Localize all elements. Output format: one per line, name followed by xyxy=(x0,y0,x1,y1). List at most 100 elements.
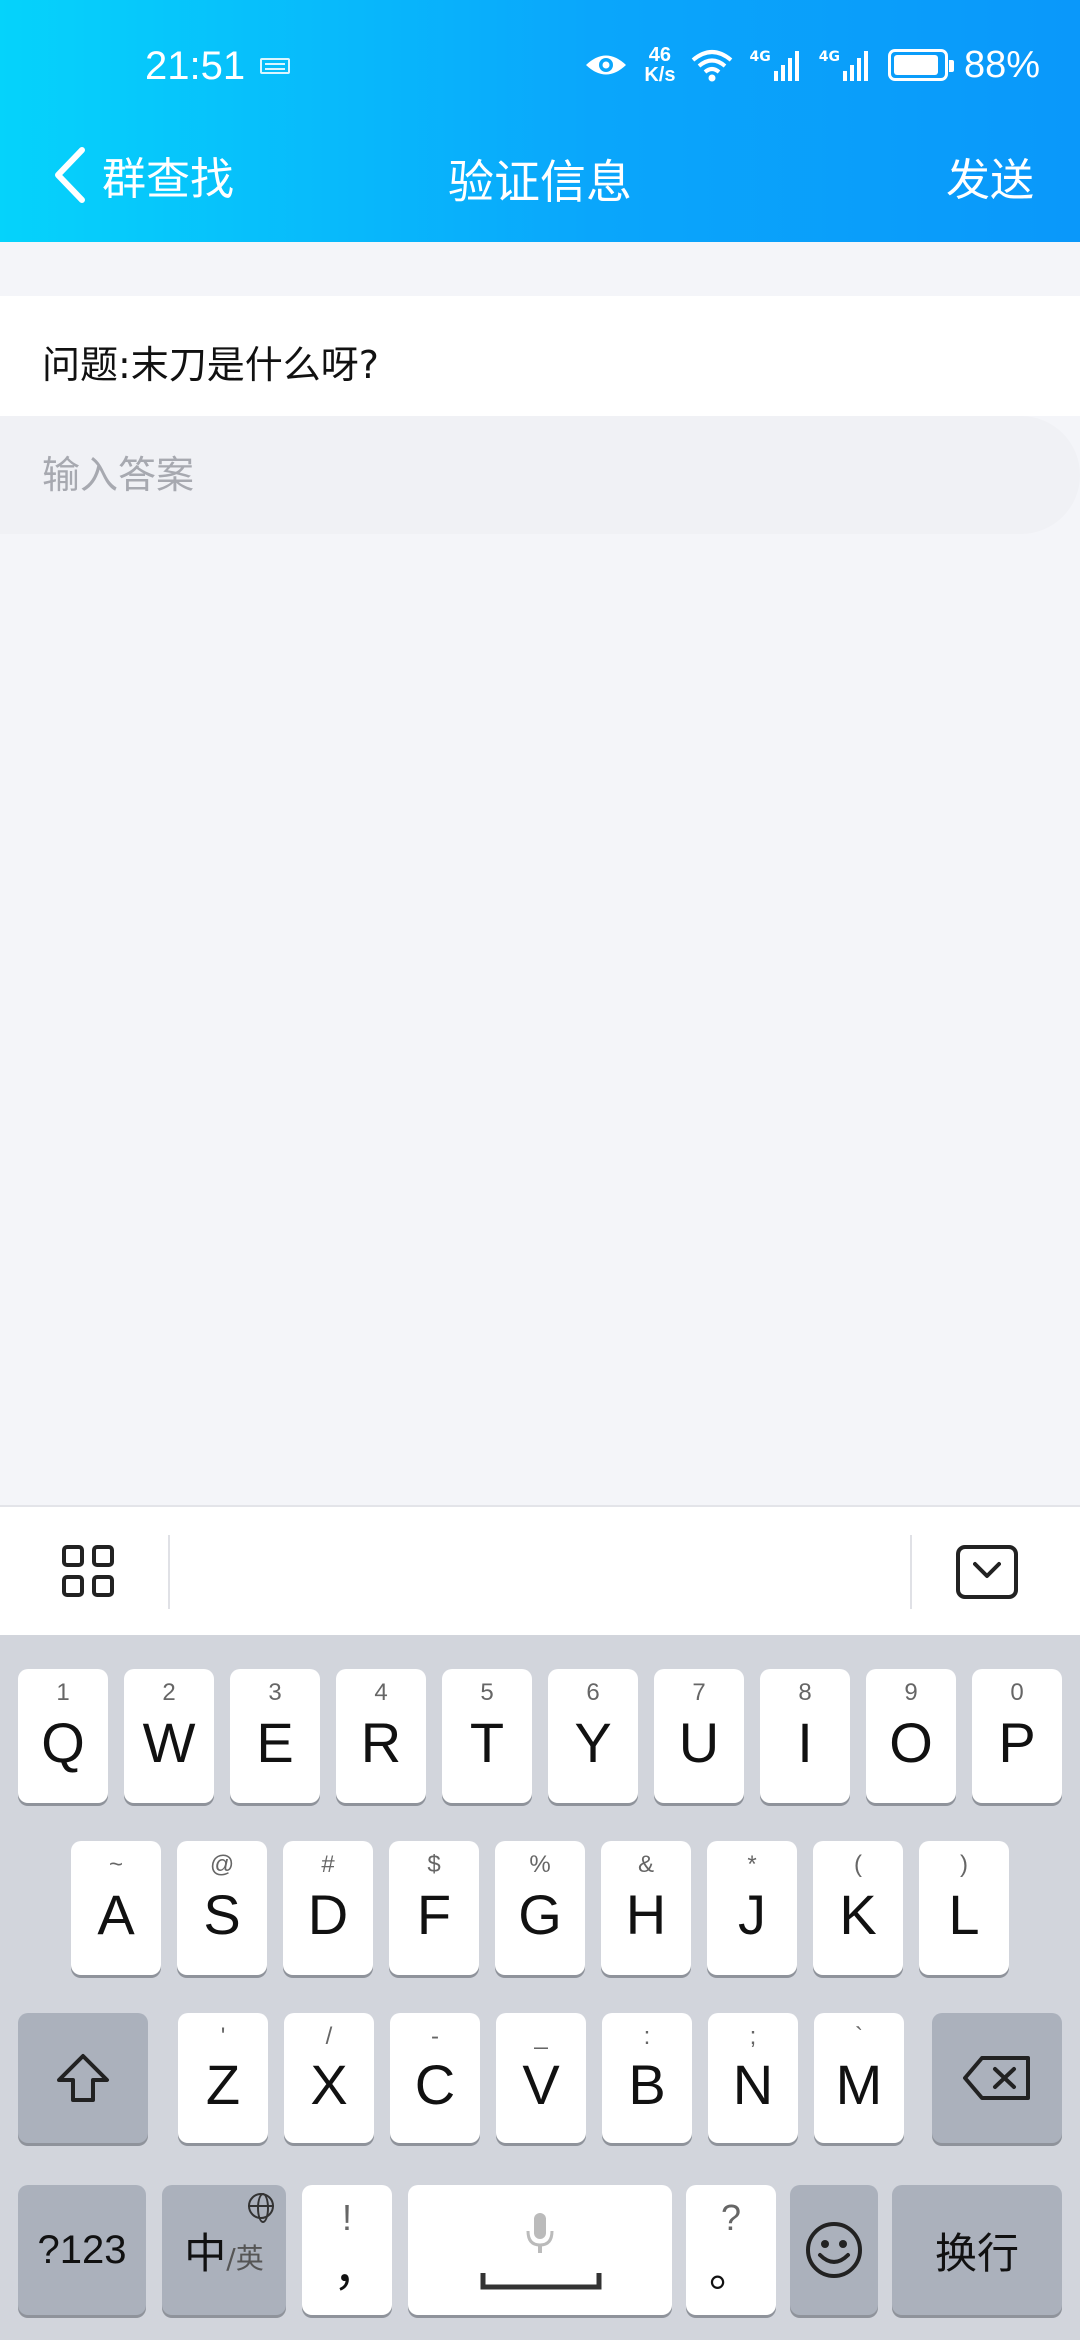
key-alt-char: % xyxy=(529,1851,551,1878)
key-alt-char: 4 xyxy=(374,1679,388,1706)
keyboard: ?123 中/英 ! ， ? 。 换行 1Q2W3E4R5T6Y7U8I9O0P… xyxy=(0,1635,1080,2340)
key-letter: W xyxy=(142,1711,196,1774)
apps-grid-icon[interactable] xyxy=(62,1545,118,1601)
nav-bar: 群查找 验证信息 发送 xyxy=(0,130,1080,242)
period-key[interactable]: ? 。 xyxy=(686,2185,776,2315)
space-bar-icon xyxy=(480,2273,602,2290)
key-l[interactable]: ) L xyxy=(919,1841,1009,1975)
symbols-key[interactable]: ?123 xyxy=(18,2185,146,2315)
key-letter: E xyxy=(256,1711,294,1774)
key-m[interactable]: ` M xyxy=(814,2013,904,2143)
key-f[interactable]: $ F xyxy=(389,1841,479,1975)
key-i[interactable]: 8I xyxy=(760,1669,850,1803)
key-w[interactable]: 2W xyxy=(124,1669,214,1803)
key-o[interactable]: 9O xyxy=(866,1669,956,1803)
key-alt-char: 6 xyxy=(586,1679,600,1706)
network-type-1: 4G xyxy=(749,49,771,65)
key-c[interactable]: -C xyxy=(390,2013,480,2143)
key-alt-char: _ xyxy=(534,2023,548,2050)
key-alt-char: - xyxy=(431,2023,439,2050)
key-alt-char: 1 xyxy=(56,1679,70,1706)
status-icons: 46 K/s 4G 4G 88% xyxy=(584,40,1040,90)
enter-key[interactable]: 换行 xyxy=(892,2185,1062,2315)
key-k[interactable]: (K xyxy=(813,1841,903,1975)
eye-icon xyxy=(586,55,627,75)
key-letter: O xyxy=(889,1711,933,1774)
key-alt-char: & xyxy=(637,1851,654,1878)
key-h[interactable]: & H xyxy=(601,1841,691,1975)
key-t[interactable]: 5T xyxy=(442,1669,532,1803)
key-letter: Q xyxy=(41,1711,85,1774)
key-letter: L xyxy=(948,1883,980,1946)
key-alt-char: # xyxy=(321,1851,335,1878)
send-button[interactable]: 发送 xyxy=(946,144,1034,208)
shift-icon xyxy=(57,2054,109,2102)
key-letter: M xyxy=(835,2053,883,2116)
key-a[interactable]: ~ A xyxy=(71,1841,161,1975)
key-j[interactable]: * J xyxy=(707,1841,797,1975)
battery-icon xyxy=(887,49,954,81)
net-speed-value: 46 xyxy=(648,44,672,66)
key-letter: K xyxy=(839,1883,877,1946)
hide-keyboard-icon[interactable] xyxy=(956,1545,1018,1599)
comma-key[interactable]: ! ， xyxy=(302,2185,392,2315)
key-letter: S xyxy=(203,1883,241,1946)
emoji-icon xyxy=(806,2222,862,2278)
shift-key[interactable] xyxy=(18,2013,148,2143)
key-n[interactable]: ; N xyxy=(708,2013,798,2143)
key-alt-char: * xyxy=(747,1851,757,1878)
net-speed: 46 K/s xyxy=(644,45,675,85)
key-x[interactable]: / X xyxy=(284,2013,374,2143)
space-key[interactable] xyxy=(408,2185,672,2315)
emoji-key[interactable] xyxy=(790,2185,878,2315)
signal-1: 4G xyxy=(749,49,802,81)
toolbar-divider xyxy=(910,1535,912,1609)
question-text: 问题:末刀是什么呀? xyxy=(42,343,379,387)
key-u[interactable]: 7U xyxy=(654,1669,744,1803)
signal-bars-icon xyxy=(842,51,868,81)
key-alt-char: 8 xyxy=(798,1679,812,1706)
key-y[interactable]: 6Y xyxy=(548,1669,638,1803)
key-p[interactable]: 0P xyxy=(972,1669,1062,1803)
key-r[interactable]: 4R xyxy=(336,1669,426,1803)
key-e[interactable]: 3E xyxy=(230,1669,320,1803)
key-alt-char: ' xyxy=(220,2023,226,2050)
key-alt-char: 0 xyxy=(1010,1679,1024,1706)
key-alt-char: 3 xyxy=(268,1679,282,1706)
globe-icon xyxy=(248,2193,274,2223)
key-letter: G xyxy=(518,1883,562,1946)
key-b[interactable]: :B xyxy=(602,2013,692,2143)
toolbar-divider xyxy=(168,1535,170,1609)
backspace-key[interactable] xyxy=(932,2013,1062,2143)
keyboard-toolbar xyxy=(0,1505,1080,1635)
key-d[interactable]: # D xyxy=(283,1841,373,1975)
key-letter: P xyxy=(998,1711,1036,1774)
period-key-sub: ? xyxy=(720,2197,742,2238)
key-z[interactable]: ' Z xyxy=(178,2013,268,2143)
key-alt-char: $ xyxy=(427,1851,441,1878)
question-row: 问题:末刀是什么呀? xyxy=(0,296,1080,416)
network-type-2: 4G xyxy=(818,49,840,65)
key-letter: T xyxy=(469,1711,505,1774)
key-alt-char: ~ xyxy=(108,1851,123,1878)
key-letter: F xyxy=(416,1883,452,1946)
language-key[interactable]: 中/英 xyxy=(162,2185,286,2315)
key-alt-char: 5 xyxy=(480,1679,494,1706)
key-letter: U xyxy=(678,1711,720,1774)
answer-input[interactable] xyxy=(0,416,1080,534)
key-letter: X xyxy=(310,2053,348,2116)
key-alt-char: ` xyxy=(855,2023,863,2050)
key-letter: C xyxy=(414,2053,456,2116)
key-alt-char: : xyxy=(643,2023,651,2050)
comma-key-main: ， xyxy=(332,2243,381,2296)
key-g[interactable]: % G xyxy=(495,1841,585,1975)
key-letter: D xyxy=(307,1883,349,1946)
key-v[interactable]: _ V xyxy=(496,2013,586,2143)
key-letter: N xyxy=(732,2053,774,2116)
key-s[interactable]: @ S xyxy=(177,1841,267,1975)
key-letter: A xyxy=(97,1883,135,1946)
microphone-icon xyxy=(526,2213,554,2253)
net-speed-unit: K/s xyxy=(644,64,676,86)
symbols-key-label: ?123 xyxy=(37,2227,127,2272)
key-q[interactable]: 1Q xyxy=(18,1669,108,1803)
